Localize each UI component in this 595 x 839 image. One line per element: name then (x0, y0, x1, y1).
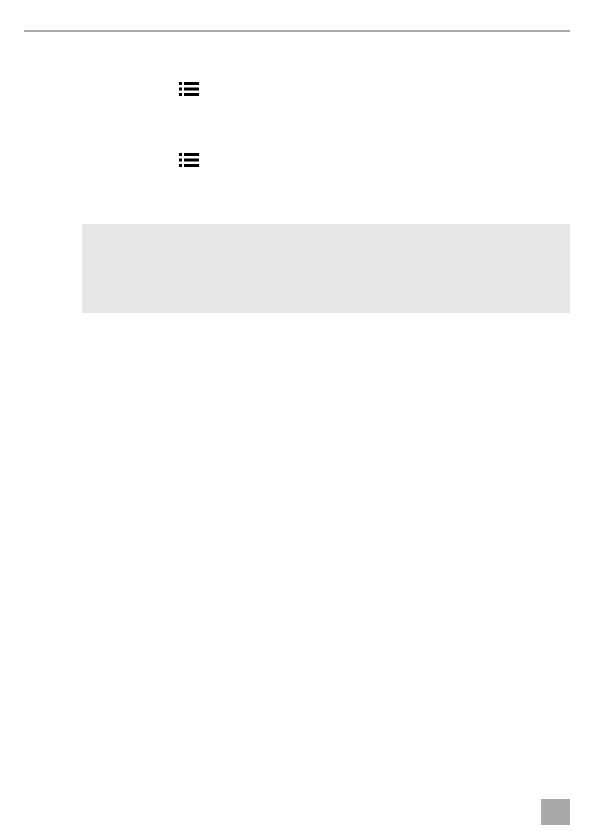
list-icon (179, 153, 199, 167)
list-icon (179, 82, 199, 96)
page-number-tab (541, 799, 570, 825)
note-box (82, 224, 570, 313)
header-rule (24, 30, 570, 32)
